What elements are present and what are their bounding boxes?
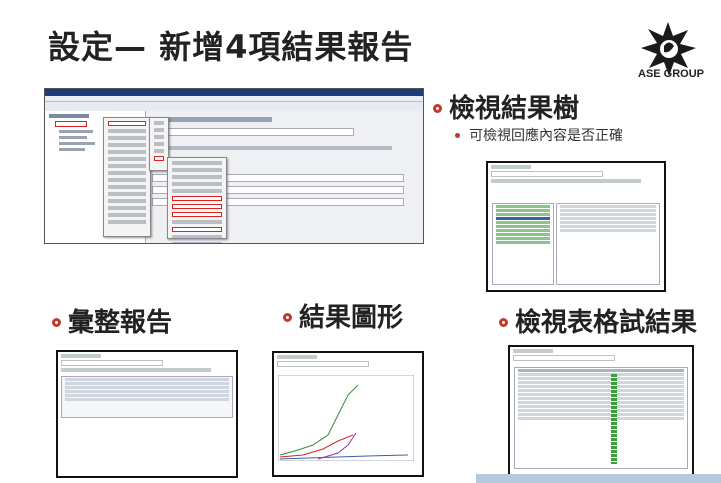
window-title-bar [45,89,423,96]
context-menu [103,117,151,237]
summary-report-screenshot [56,350,238,478]
add-submenu [149,117,169,171]
jmeter-add-listener-screenshot [44,88,424,244]
bullet-icon [283,313,292,322]
view-results-tree-desc: 可檢視回應內容是否正確 [469,128,623,144]
bullet-icon [433,104,442,113]
listener-submenu [167,157,227,243]
bullet-icon [499,318,508,327]
view-results-tree-screenshot [486,161,666,292]
sub-bullet-icon [455,133,460,138]
bullet-icon [52,318,61,327]
slide-title: 設定— 新增4項結果報告 [48,28,414,66]
view-results-table-heading: 檢視表格試結果 [515,308,698,338]
bottom-accent-strip [476,474,721,483]
view-results-tree-heading: 檢視結果樹 [449,94,580,124]
summary-report-heading: 彙整報告 [68,308,173,338]
graph-results-heading: 結果圖形 [299,303,404,333]
view-results-table-screenshot [508,345,694,476]
logo-text: ASE GROUP [638,68,705,80]
graph-results-screenshot [272,351,424,477]
graph-results-plot [278,375,414,461]
